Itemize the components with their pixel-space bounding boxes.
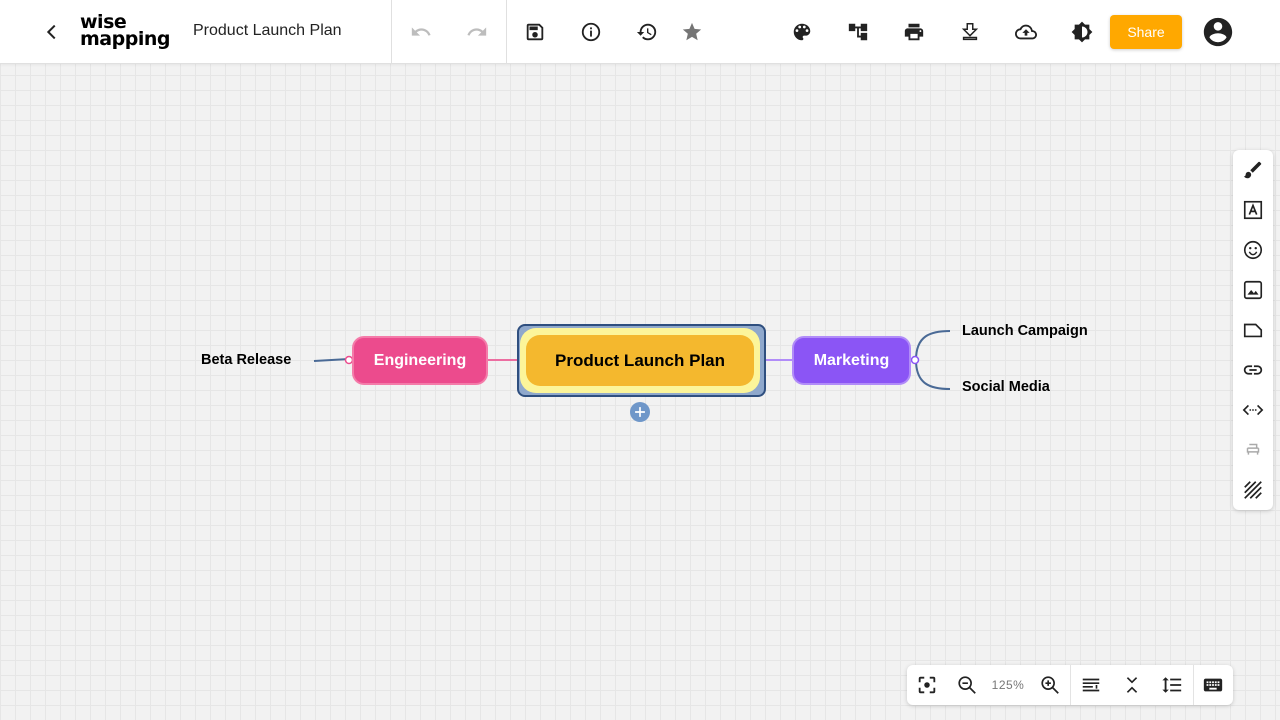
divider — [1193, 665, 1194, 705]
link-button[interactable] — [1241, 358, 1265, 382]
outline-button[interactable] — [1079, 673, 1103, 697]
font-icon — [1243, 200, 1263, 220]
link-icon — [1243, 365, 1263, 375]
topic-marketing[interactable]: Marketing — [792, 336, 911, 385]
topic-style-button[interactable] — [1241, 438, 1265, 462]
zoom-level: 125% — [991, 678, 1025, 692]
brush-icon — [1243, 161, 1262, 179]
center-focus-icon — [918, 676, 936, 694]
relationship-icon — [1242, 404, 1264, 416]
line-spacing-button[interactable] — [1160, 673, 1184, 697]
brush-button[interactable] — [1241, 158, 1265, 182]
connector-launch-campaign — [915, 330, 951, 361]
zoom-in-button[interactable] — [1038, 673, 1062, 697]
emoji-icon — [1243, 240, 1263, 260]
pattern-button[interactable] — [1241, 478, 1265, 502]
image-icon — [1243, 280, 1263, 300]
topic-social-media[interactable]: Social Media — [962, 379, 1050, 395]
unfold-less-icon — [1126, 677, 1138, 693]
note-button[interactable] — [1241, 318, 1265, 342]
zoom-in-icon — [1041, 676, 1059, 694]
plus-icon — [635, 407, 645, 417]
collapse-handle[interactable] — [910, 355, 920, 365]
zoom-out-button[interactable] — [955, 673, 979, 697]
topic-style-icon — [1246, 443, 1260, 455]
center-view-button[interactable] — [915, 673, 939, 697]
line-spacing-icon — [1162, 677, 1182, 693]
keyboard-shortcuts-button[interactable] — [1201, 673, 1225, 697]
topic-engineering[interactable]: Engineering — [352, 336, 488, 385]
image-button[interactable] — [1241, 278, 1265, 302]
keyboard-icon — [1203, 678, 1223, 692]
connector-social-media — [915, 359, 951, 390]
note-icon — [1243, 323, 1263, 338]
relationship-button[interactable] — [1241, 398, 1265, 422]
topic-style-panel — [1233, 150, 1273, 510]
connector-beta-release — [313, 358, 350, 362]
zoom-out-icon — [958, 676, 976, 694]
add-topic-button[interactable] — [630, 402, 650, 422]
topic-beta-release[interactable]: Beta Release — [201, 352, 291, 368]
collapse-all-button[interactable] — [1120, 673, 1144, 697]
outline-icon — [1082, 678, 1100, 692]
divider — [1070, 665, 1071, 705]
topic-launch-campaign[interactable]: Launch Campaign — [962, 323, 1088, 339]
central-topic[interactable]: Product Launch Plan — [526, 335, 754, 386]
font-button[interactable] — [1241, 198, 1265, 222]
emoji-button[interactable] — [1241, 238, 1265, 262]
pattern-icon — [1244, 481, 1262, 499]
